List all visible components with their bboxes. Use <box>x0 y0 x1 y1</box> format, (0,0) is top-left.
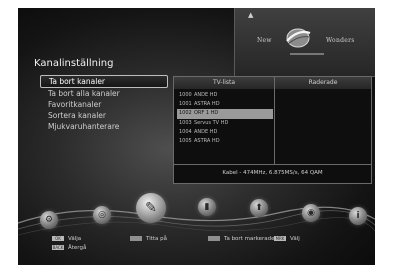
back-key-chip: BACK <box>52 245 64 250</box>
channel-list: 1000 ANDE HD 1001 ASTRA HD 1002 ORF 1 HD 10… <box>177 91 273 146</box>
channel-number: 1001 <box>179 101 192 108</box>
channel-name: Servus TV HD <box>194 119 229 126</box>
choose-label: Välj <box>290 236 300 242</box>
channel-name: ANDE HD <box>194 128 218 135</box>
ok-key-chip: OK <box>52 236 64 241</box>
channel-number: 1003 <box>179 119 192 126</box>
channel-number: 1005 <box>179 137 192 144</box>
channel-row[interactable]: 1003 Servus TV HD <box>177 119 273 128</box>
logo-underline <box>290 53 324 55</box>
globe-icon[interactable]: ◎ <box>93 206 111 224</box>
logo-right-word: Wonders <box>326 37 355 44</box>
red-key-chip <box>208 236 220 241</box>
channel-name: ANDE HD <box>194 92 218 98</box>
button-legend: OK Välja Titta på Ta bort markerade MRK … <box>18 236 375 265</box>
back-key-label: BACK <box>52 245 64 250</box>
channel-row[interactable]: 1000 ANDE HD <box>177 91 273 100</box>
menu-item-sort-channels[interactable]: Sortera kanaler <box>40 110 168 121</box>
watch-label: Titta på <box>146 236 168 242</box>
info-icon[interactable]: i <box>349 207 367 225</box>
channel-name: ORF 1 HD <box>194 110 219 117</box>
tuner-info: Kabel - 474MHz, 6.875MS/s, 64 QAM <box>222 170 323 176</box>
ok-key-label: OK <box>55 236 61 241</box>
back-label: Återgå <box>68 245 87 251</box>
green-key-chip <box>130 236 142 241</box>
channel-list-panel: TV-lista Raderade 1000 ANDE HD 1001 ASTRA … <box>173 76 372 184</box>
channel-name: ASTRA HD <box>194 137 220 144</box>
deleted-list-header: Raderade <box>275 77 371 89</box>
star-icon: ▲ <box>248 11 254 19</box>
update-icon[interactable]: ⬆ <box>250 199 268 217</box>
menu-item-software-manager[interactable]: Mjukvaruhanterare <box>40 121 168 132</box>
tv-screen: ▲ New Wonders Kanalinställning Ta bort k… <box>18 8 375 265</box>
channel-number: 1000 <box>179 92 192 98</box>
channel-row[interactable]: 1005 ASTRA HD <box>177 137 273 146</box>
menu-item-favorite-channels[interactable]: Favoritkanaler <box>40 99 168 110</box>
usb-icon[interactable]: ▮ <box>198 198 216 216</box>
disc-icon[interactable]: ◉ <box>302 204 320 222</box>
channel-row[interactable]: 1004 ANDE HD <box>177 128 273 137</box>
channel-number: 1004 <box>179 128 192 135</box>
tv-list-header: TV-lista <box>174 77 274 89</box>
mark-key-chip: MRK <box>274 236 286 241</box>
tools-icon[interactable]: ⚙ <box>40 211 58 229</box>
brand-logo-box: ▲ New Wonders <box>234 8 375 77</box>
delete-marked-label: Ta bort markerade <box>224 236 275 242</box>
channel-number: 1002 <box>179 110 192 117</box>
menu-item-delete-channels[interactable]: Ta bort kanaler <box>40 75 168 88</box>
channel-row-selected[interactable]: 1002 ORF 1 HD <box>177 109 273 119</box>
select-label: Välja <box>68 236 82 242</box>
logo-globe-icon <box>286 28 311 48</box>
column-divider <box>274 77 275 164</box>
edit-settings-icon[interactable]: ✎ <box>136 193 166 223</box>
decorative-wave <box>18 206 375 236</box>
mark-key-label: MRK <box>275 236 285 241</box>
logo-left-word: New <box>257 37 272 44</box>
menu-item-delete-all-channels[interactable]: Ta bort alla kanaler <box>40 88 168 99</box>
info-divider <box>174 164 371 165</box>
page-title: Kanalinställning <box>34 58 114 69</box>
channel-row[interactable]: 1001 ASTRA HD <box>177 100 273 109</box>
settings-menu: Ta bort kanaler Ta bort alla kanaler Fav… <box>40 75 168 132</box>
channel-name: ASTRA HD <box>194 101 220 108</box>
